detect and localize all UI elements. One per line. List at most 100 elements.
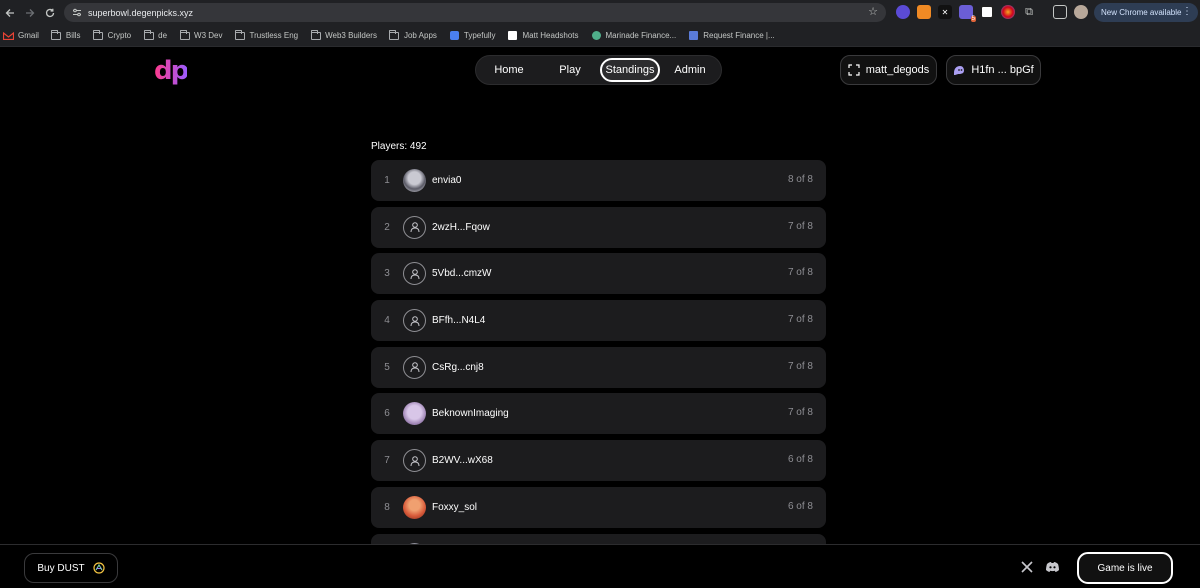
player-name: Foxxy_sol bbox=[432, 501, 478, 513]
buy-dust-button[interactable]: Buy DUST bbox=[24, 553, 118, 583]
standings-row[interactable]: 5 CsRg...cnj8 7 of 8 bbox=[371, 346, 826, 388]
player-score: 7 of 8 bbox=[787, 314, 813, 326]
avatar bbox=[403, 169, 426, 192]
bookmark-label: Marinade Finance... bbox=[605, 31, 677, 40]
folder-icon bbox=[179, 29, 190, 40]
nav-standings[interactable]: Standings bbox=[600, 58, 660, 82]
profile-avatar-icon[interactable] bbox=[1074, 5, 1088, 19]
bookmark-gmail[interactable]: Gmail bbox=[3, 31, 39, 40]
phantom-wallet-icon bbox=[953, 65, 965, 76]
bookmark-folder-job-apps[interactable]: Job Apps bbox=[389, 29, 437, 40]
row-rank: 6 bbox=[384, 408, 390, 420]
player-name: envia0 bbox=[432, 175, 462, 186]
bookmark-label: Gmail bbox=[18, 31, 39, 40]
footer-bar bbox=[0, 544, 1200, 588]
bookmark-label: Trustless Eng bbox=[249, 31, 299, 40]
player-name: B2WV...wX68 bbox=[432, 455, 493, 467]
player-name: 5Vbd...cmzW bbox=[432, 268, 492, 280]
bookmark-folder-w3-dev[interactable]: W3 Dev bbox=[179, 29, 223, 40]
standings-row[interactable]: 7 B2WV...wX68 6 of 8 bbox=[371, 440, 826, 482]
standings-row[interactable]: 4 BFfh...N4L4 7 of 8 bbox=[371, 300, 826, 342]
marinade-icon bbox=[591, 31, 602, 40]
bookmark-folder-crypto[interactable]: Crypto bbox=[93, 29, 132, 40]
request-icon bbox=[688, 31, 699, 40]
standings-row[interactable]: 1 envia0 8 of 8 bbox=[371, 160, 826, 201]
player-score: 6 of 8 bbox=[787, 500, 813, 512]
avatar bbox=[403, 495, 426, 519]
bookmark-matt-headshots[interactable]: Matt Headshots bbox=[507, 31, 579, 40]
default-user-icon bbox=[403, 262, 426, 286]
nav-admin[interactable]: Admin bbox=[660, 58, 720, 82]
bookmark-marinade-finance[interactable]: Marinade Finance... bbox=[591, 31, 677, 40]
player-score: 7 of 8 bbox=[787, 220, 813, 232]
bookmark-star-icon[interactable]: ☆ bbox=[868, 5, 878, 18]
row-rank: 4 bbox=[384, 315, 390, 327]
bookmark-label: Typefully bbox=[463, 31, 496, 40]
main-nav: Home Play Standings Admin bbox=[475, 55, 722, 85]
wallet-address: H1fn ... bpGf bbox=[971, 64, 1034, 76]
metamask-extension-icon[interactable] bbox=[917, 5, 931, 19]
x-twitter-icon[interactable] bbox=[1021, 561, 1033, 573]
discord-icon[interactable] bbox=[1045, 561, 1060, 573]
player-name: CsRg...cnj8 bbox=[432, 361, 484, 373]
dust-token-icon bbox=[93, 562, 105, 574]
checkbox-extension-icon[interactable] bbox=[980, 5, 994, 19]
address-bar[interactable]: superbowl.degenpicks.xyz ☆ bbox=[64, 3, 886, 22]
game-is-live-button[interactable]: Game is live bbox=[1077, 552, 1173, 584]
extension-badge-count: 5 bbox=[970, 16, 976, 22]
back-icon[interactable] bbox=[0, 3, 20, 23]
players-count: Players: 492 bbox=[371, 141, 427, 152]
degenpicks-logo[interactable]: dp bbox=[154, 56, 189, 86]
standings-row[interactable]: 2 2wzH...Fqow 7 of 8 bbox=[371, 206, 826, 248]
puzzle-extensions-icon[interactable]: ⧉ bbox=[1022, 5, 1036, 19]
gmail-icon bbox=[3, 31, 14, 40]
extension-badge-icon[interactable]: 5 bbox=[959, 5, 976, 22]
forward-icon[interactable] bbox=[20, 3, 40, 23]
player-name: BeknownImaging bbox=[432, 408, 509, 420]
standings-row[interactable] bbox=[371, 533, 826, 544]
site-settings-icon[interactable] bbox=[70, 6, 84, 20]
default-user-icon bbox=[403, 355, 426, 379]
standings-row[interactable]: 6 BeknownImaging 7 of 8 bbox=[371, 393, 826, 435]
new-chrome-label: New Chrome available bbox=[1101, 8, 1182, 17]
colorful-extension-icon[interactable] bbox=[1001, 5, 1015, 19]
bookmark-request-finance[interactable]: Request Finance |... bbox=[688, 31, 775, 40]
user-profile-button[interactable]: matt_degods bbox=[840, 55, 937, 85]
folder-icon bbox=[234, 29, 245, 40]
typefully-icon bbox=[449, 31, 460, 40]
standings-row[interactable]: 3 5Vbd...cmzW 7 of 8 bbox=[371, 253, 826, 295]
default-user-icon bbox=[403, 215, 426, 239]
nav-home[interactable]: Home bbox=[478, 58, 540, 82]
scan-frame-icon bbox=[848, 64, 860, 76]
bookmarks-bar: Gmail Bills Crypto de W3 Dev Trustless E… bbox=[0, 25, 1200, 47]
bookmark-folder-bills[interactable]: Bills bbox=[51, 29, 81, 40]
default-user-icon bbox=[403, 309, 426, 333]
player-score: 8 of 8 bbox=[787, 174, 813, 185]
bookmark-label: W3 Dev bbox=[194, 31, 223, 40]
standings-list: 1 envia0 8 of 8 2 2wzH...Fqow 7 of 8 3 5… bbox=[371, 160, 826, 544]
nav-play[interactable]: Play bbox=[540, 58, 600, 82]
row-rank: 1 bbox=[384, 175, 390, 186]
bookmark-typefully[interactable]: Typefully bbox=[449, 31, 496, 40]
player-name: BFfh...N4L4 bbox=[432, 315, 486, 327]
bookmark-label: Crypto bbox=[107, 31, 132, 40]
row-rank: 8 bbox=[384, 501, 390, 513]
wallet-button[interactable]: H1fn ... bpGf bbox=[946, 55, 1041, 85]
bookmark-folder-trustless-eng[interactable]: Trustless Eng bbox=[234, 29, 299, 40]
x-extension-icon[interactable]: ✕ bbox=[938, 5, 952, 19]
folder-icon bbox=[93, 29, 104, 40]
chrome-menu-icon[interactable]: ⋮ bbox=[1182, 6, 1192, 17]
folder-icon bbox=[143, 29, 154, 40]
new-chrome-available-button[interactable]: New Chrome available ⋮ bbox=[1094, 3, 1198, 22]
bookmark-label: Web3 Builders bbox=[325, 31, 377, 40]
side-panel-icon[interactable] bbox=[1053, 5, 1067, 19]
phantom-extension-icon[interactable] bbox=[896, 5, 910, 19]
bookmark-label: Matt Headshots bbox=[522, 31, 579, 40]
standings-row[interactable]: 8 Foxxy_sol 6 of 8 bbox=[371, 486, 826, 528]
player-score: 7 of 8 bbox=[787, 407, 813, 419]
bookmark-folder-web3-builders[interactable]: Web3 Builders bbox=[310, 29, 377, 40]
bookmark-label: de bbox=[158, 31, 168, 40]
bookmark-folder-de[interactable]: de bbox=[143, 29, 168, 40]
player-score: 7 of 8 bbox=[787, 267, 813, 279]
reload-icon[interactable] bbox=[40, 3, 60, 23]
